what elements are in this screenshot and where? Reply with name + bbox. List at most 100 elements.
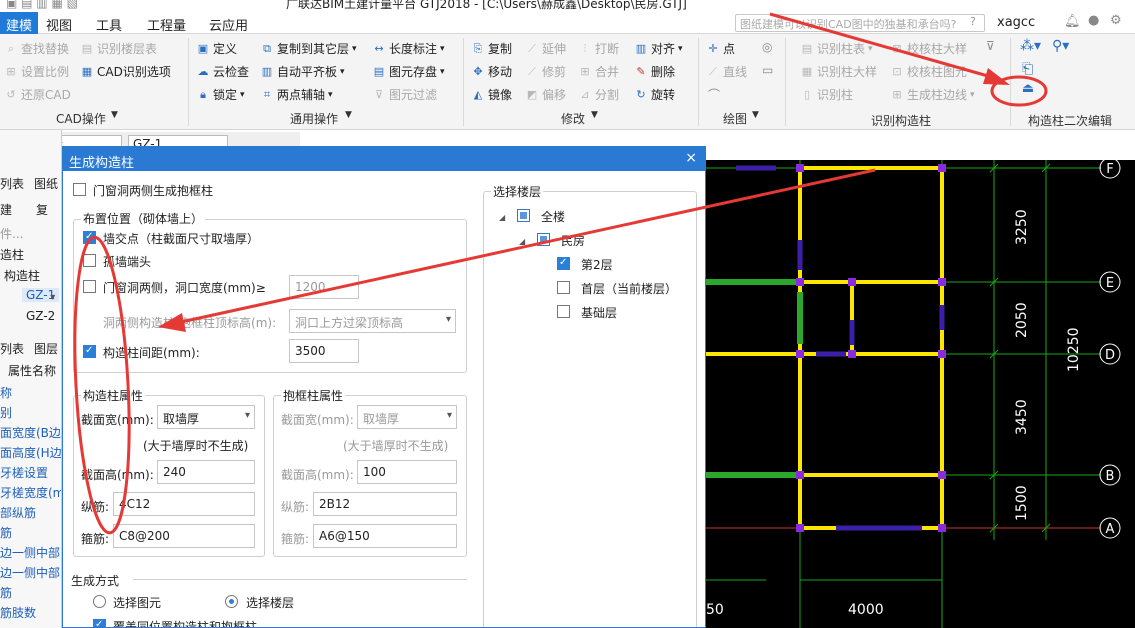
- generate-column-edge-button[interactable]: ⊞ 生成柱边线 ▾: [890, 86, 974, 103]
- break-button[interactable]: ⫶ 打断: [578, 40, 619, 57]
- menu-item-quantity[interactable]: 工程量: [147, 15, 186, 34]
- tree-item[interactable]: 造柱: [0, 246, 24, 263]
- building-checkbox[interactable]: [537, 233, 550, 246]
- rect-tool-icon[interactable]: ◎: [762, 40, 772, 54]
- column-height-input[interactable]: 240: [157, 460, 255, 484]
- check-column-detail-button[interactable]: ⊠ 校核柱大样: [890, 40, 967, 57]
- frame-long-rebar-input[interactable]: 2B12: [313, 492, 457, 516]
- property-row[interactable]: 筋: [0, 584, 12, 601]
- opening-top-elev-select[interactable]: 洞口上方过梁顶标高: [289, 309, 456, 333]
- tab-properties[interactable]: 列表: [0, 340, 24, 357]
- collapse-icon[interactable]: ◢: [499, 213, 505, 222]
- element-save-button[interactable]: ▤ 图元存盘 ▾: [372, 63, 445, 80]
- delete-button[interactable]: ✎ 删除: [634, 63, 675, 80]
- overwrite-checkbox[interactable]: [93, 619, 106, 627]
- element-filter-button[interactable]: ⊽ 图元过滤: [372, 86, 437, 103]
- cad-options-button[interactable]: ▦ CAD识别选项: [80, 63, 171, 80]
- property-row[interactable]: 筋: [0, 524, 12, 541]
- chat-icon[interactable]: ●: [1088, 13, 1099, 28]
- menu-item-view[interactable]: 视图: [46, 15, 72, 34]
- search-help-icon[interactable]: ?: [970, 15, 976, 28]
- property-row[interactable]: 别: [0, 404, 12, 421]
- rectangle-icon[interactable]: ▭: [762, 63, 773, 77]
- generate-construction-column-icon[interactable]: ⏏: [1017, 81, 1039, 99]
- select-floor-radio[interactable]: [225, 595, 238, 608]
- line-button[interactable]: ⟋ 直线: [706, 63, 747, 80]
- define-button[interactable]: ▣ 定义: [196, 40, 237, 57]
- tree-item[interactable]: 构造柱: [4, 267, 40, 284]
- property-row[interactable]: 边一侧中部: [0, 564, 60, 581]
- identify-floor-table-button[interactable]: ▤ 识别楼层表: [80, 40, 157, 57]
- tab-element-list[interactable]: 列表: [0, 175, 24, 192]
- door-window-frame-checkbox[interactable]: [73, 183, 86, 196]
- identify-column-table-button[interactable]: ▤ 识别柱表 ▾: [800, 40, 873, 57]
- spacing-checkbox[interactable]: [83, 345, 96, 358]
- set-scale-button[interactable]: ⊞ 设置比例: [4, 63, 69, 80]
- frame-stirrup-input[interactable]: A6@150: [313, 524, 457, 548]
- spacing-input[interactable]: 3500: [289, 339, 359, 363]
- column-width-select[interactable]: 取墙厚: [157, 405, 255, 429]
- property-row[interactable]: 筋肢数: [0, 604, 36, 621]
- settings-icon[interactable]: ⚙: [1110, 13, 1122, 28]
- property-row[interactable]: 面宽度(B边): [0, 424, 61, 441]
- copy-to-other-floor-button[interactable]: ⧉ 复制到其它层 ▾: [260, 40, 356, 57]
- two-point-axis-button[interactable]: ⌗ 两点辅轴 ▾: [260, 86, 333, 103]
- floor-2-checkbox[interactable]: [557, 257, 570, 270]
- property-row[interactable]: 部纵筋: [0, 504, 36, 521]
- copy-element-button[interactable]: 复: [36, 201, 48, 218]
- select-element-radio[interactable]: [93, 595, 106, 608]
- search-element[interactable]: 件...: [0, 225, 23, 242]
- property-row[interactable]: 边一侧中部: [0, 544, 60, 561]
- arc-icon[interactable]: ⌒: [708, 86, 720, 103]
- find-replace-button[interactable]: ⌕ 查找替换: [4, 40, 69, 57]
- dialog-title-bar[interactable]: 生成构造柱: [63, 147, 705, 171]
- merge-button[interactable]: ⊞ 合并: [578, 63, 619, 80]
- filter-identify-icon[interactable]: ⊽: [986, 39, 995, 53]
- extend-button[interactable]: ⟋ 延伸: [525, 40, 566, 57]
- property-row[interactable]: 称: [0, 384, 12, 401]
- adjust-column-icon[interactable]: ⚲▾: [1052, 38, 1069, 54]
- tree-item[interactable]: GZ-2: [26, 309, 55, 323]
- trim-button[interactable]: ⟋ 修剪: [525, 63, 566, 80]
- split-button[interactable]: ⊿ 分割: [578, 86, 619, 103]
- lock-button[interactable]: 🔒︎ 锁定 ▾: [196, 86, 244, 103]
- offset-button[interactable]: ◩ 偏移: [525, 86, 566, 103]
- length-dimension-button[interactable]: ↔ 长度标注 ▾: [372, 40, 444, 57]
- property-row[interactable]: 面高度(H边): [0, 444, 61, 461]
- isolated-wall-end-checkbox[interactable]: [83, 254, 96, 267]
- mirror-button[interactable]: ◭ 镜像: [471, 86, 512, 103]
- tab-layers[interactable]: 图层: [34, 340, 58, 357]
- menu-item-tools[interactable]: 工具: [96, 15, 122, 34]
- collapse-icon[interactable]: ◢: [519, 237, 525, 246]
- tab-drawing[interactable]: 图纸: [34, 175, 58, 192]
- point-button[interactable]: ✛ 点: [706, 40, 735, 57]
- move-button[interactable]: ✥ 移动: [471, 63, 512, 80]
- opening-sides-checkbox[interactable]: [83, 280, 96, 293]
- all-floors-checkbox[interactable]: [517, 209, 530, 222]
- tree-item-selected[interactable]: GZ-1: [22, 288, 60, 303]
- user-name[interactable]: xagcc: [997, 15, 1035, 30]
- ground-floor-checkbox[interactable]: [557, 281, 570, 294]
- opening-width-input[interactable]: 1200: [289, 275, 359, 299]
- auto-flush-slab-button[interactable]: ▥ 自动平齐板 ▾: [260, 63, 345, 80]
- cad-canvas[interactable]: F E D B A 3250 2050 3450 1500 10250 50 4…: [706, 160, 1135, 628]
- new-button[interactable]: 建: [0, 201, 12, 218]
- modify-group-dropdown-icon[interactable]: ▼: [591, 110, 598, 120]
- check-column-element-button[interactable]: ⊡ 校核柱图元: [890, 63, 967, 80]
- copy-button[interactable]: ⎘ 复制: [471, 40, 512, 57]
- close-icon[interactable]: ×: [685, 150, 697, 166]
- column-stirrup-input[interactable]: C8@200: [113, 524, 255, 548]
- identify-column-detail-button[interactable]: ▦ 识别柱大样: [800, 63, 877, 80]
- help-search-input[interactable]: 图纸建模可以识别CAD图中的独基和承台吗?: [735, 14, 985, 32]
- cloud-check-button[interactable]: ☁ 云检查: [196, 63, 250, 80]
- identify-column-button[interactable]: ▯ 识别柱: [800, 86, 853, 103]
- property-row[interactable]: 牙槎设置: [0, 464, 48, 481]
- align-button[interactable]: ▥ 对齐 ▾: [634, 40, 683, 57]
- property-row[interactable]: 牙槎宽度(m: [0, 484, 61, 501]
- bell-icon[interactable]: 🔔︎: [1064, 14, 1081, 29]
- menu-item-cloud[interactable]: 云应用: [209, 15, 248, 34]
- frame-height-input[interactable]: 100: [357, 460, 457, 484]
- draw-group-dropdown-icon[interactable]: ▼: [752, 110, 759, 120]
- quick-access-icons[interactable]: ▣ ▤ ▥ ▦ ▧: [6, 0, 78, 10]
- foundation-floor-checkbox[interactable]: [557, 305, 570, 318]
